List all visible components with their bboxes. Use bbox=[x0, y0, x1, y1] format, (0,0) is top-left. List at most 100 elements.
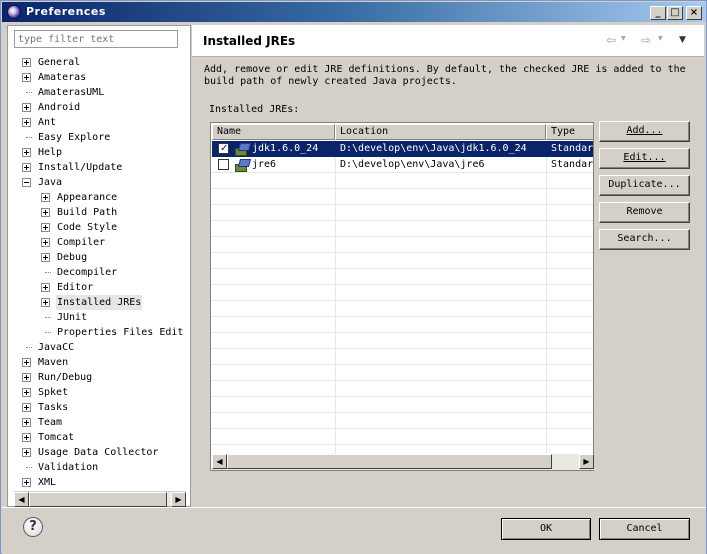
sidebar-item-label: Tasks bbox=[38, 402, 69, 413]
sidebar-item-label: Install/Update bbox=[38, 162, 123, 173]
jre-table[interactable]: Name Location Type jdk1.6.0_24 D:\develop… bbox=[210, 122, 594, 471]
edit-button[interactable]: Edit... bbox=[599, 148, 690, 169]
expand-icon[interactable] bbox=[22, 448, 31, 457]
table-gridline bbox=[211, 204, 593, 205]
back-arrow-icon[interactable]: ⇦ bbox=[606, 33, 616, 47]
page-title: Installed JREs bbox=[203, 34, 296, 48]
column-header-location[interactable]: Location bbox=[335, 124, 546, 140]
expand-icon[interactable] bbox=[41, 193, 50, 202]
expand-icon[interactable] bbox=[22, 403, 31, 412]
column-header-name[interactable]: Name bbox=[212, 124, 335, 140]
expand-icon[interactable] bbox=[22, 418, 31, 427]
table-gridline bbox=[211, 444, 593, 445]
add-button[interactable]: Add... bbox=[599, 121, 690, 142]
description-line-1: Add, remove or edit JRE definitions. By … bbox=[204, 64, 686, 75]
window-title: Preferences bbox=[26, 5, 106, 18]
expand-icon[interactable] bbox=[41, 283, 50, 292]
table-gridline bbox=[211, 396, 593, 397]
jre-library-icon bbox=[235, 143, 249, 156]
filter-input[interactable] bbox=[14, 30, 178, 48]
edit-button-label: Edit... bbox=[623, 152, 666, 163]
sidebar-item-label: Team bbox=[38, 417, 63, 428]
installed-jres-label: Installed JREs: bbox=[209, 104, 300, 115]
table-row[interactable]: jre6 D:\develop\env\Java\jre6 Standar bbox=[212, 157, 593, 173]
scroll-right-icon[interactable]: ▶ bbox=[171, 492, 186, 507]
expand-icon[interactable] bbox=[22, 103, 31, 112]
cancel-button[interactable]: Cancel bbox=[599, 518, 690, 540]
table-horizontal-scrollbar[interactable]: ◀ ▶ bbox=[212, 454, 594, 470]
jre-checkbox[interactable] bbox=[218, 141, 229, 156]
tree-connector bbox=[45, 272, 51, 273]
sidebar-item-label: Ant bbox=[38, 117, 57, 128]
tree-connector bbox=[26, 92, 32, 93]
cell-type: Standar bbox=[551, 143, 593, 154]
sidebar-item-label: JUnit bbox=[57, 312, 88, 323]
remove-button[interactable]: Remove bbox=[599, 202, 690, 223]
expand-icon[interactable] bbox=[22, 388, 31, 397]
expand-icon[interactable] bbox=[41, 298, 50, 307]
minimize-button[interactable]: _ bbox=[650, 6, 666, 20]
expand-icon[interactable] bbox=[22, 478, 31, 487]
expand-icon[interactable] bbox=[22, 73, 31, 82]
ok-button[interactable]: OK bbox=[501, 518, 591, 540]
tree-horizontal-scrollbar[interactable]: ◀ ▶ bbox=[14, 491, 186, 507]
table-row[interactable]: jdk1.6.0_24 D:\develop\env\Java\jdk1.6.0_… bbox=[212, 141, 593, 157]
table-scroll-right-icon[interactable]: ▶ bbox=[579, 454, 594, 469]
sidebar-item-label: Debug bbox=[57, 252, 88, 263]
scroll-thumb[interactable] bbox=[29, 492, 167, 507]
expand-icon[interactable] bbox=[22, 163, 31, 172]
expand-icon[interactable] bbox=[22, 433, 31, 442]
cell-name: jre6 bbox=[252, 159, 277, 170]
maximize-button[interactable]: □ bbox=[667, 6, 683, 20]
help-icon[interactable]: ? bbox=[23, 517, 43, 537]
expand-icon[interactable] bbox=[41, 238, 50, 247]
preference-page: Installed JREs ⇦ ▼ ⇨ ▼ ▼ Add, remove or … bbox=[192, 25, 704, 507]
tree-connector bbox=[45, 317, 51, 318]
table-scroll-thumb[interactable] bbox=[227, 454, 552, 469]
jre-library-icon bbox=[235, 159, 249, 172]
sidebar-item-label: JavaCC bbox=[38, 342, 75, 353]
sidebar-item-label: Validation bbox=[38, 462, 99, 473]
sidebar-item-label: Properties Files Edit bbox=[57, 327, 184, 338]
duplicate-button[interactable]: Duplicate... bbox=[599, 175, 690, 196]
back-dropdown-icon[interactable]: ▼ bbox=[621, 35, 626, 42]
table-column-divider bbox=[546, 140, 547, 454]
sidebar-item-label: Amateras bbox=[38, 72, 87, 83]
tree-connector bbox=[26, 347, 32, 348]
duplicate-button-label: Duplicate... bbox=[608, 179, 681, 190]
table-scroll-left-icon[interactable]: ◀ bbox=[212, 454, 227, 469]
expand-icon[interactable] bbox=[22, 148, 31, 157]
title-bar[interactable]: Preferences _ □ × bbox=[2, 2, 706, 22]
column-header-type[interactable]: Type bbox=[546, 124, 594, 140]
description-line-2: build path of newly created Java project… bbox=[204, 76, 457, 87]
expand-icon[interactable] bbox=[41, 223, 50, 232]
expand-icon[interactable] bbox=[41, 253, 50, 262]
expand-icon[interactable] bbox=[41, 208, 50, 217]
table-column-divider bbox=[335, 140, 336, 454]
preferences-tree: General Amateras AmaterasUML Android Ant Easy… bbox=[8, 55, 190, 490]
sidebar-item-label: Decompiler bbox=[57, 267, 118, 278]
scroll-left-icon[interactable]: ◀ bbox=[14, 492, 29, 507]
jre-checkbox[interactable] bbox=[218, 159, 229, 170]
page-description: Add, remove or edit JRE definitions. By … bbox=[204, 64, 700, 88]
sidebar-item-label: XML bbox=[38, 477, 57, 488]
expand-icon[interactable] bbox=[22, 358, 31, 367]
sidebar-item-label: Usage Data Collector bbox=[38, 447, 159, 458]
table-gridline bbox=[211, 284, 593, 285]
collapse-icon[interactable] bbox=[22, 178, 31, 187]
forward-dropdown-icon[interactable]: ▼ bbox=[658, 35, 663, 42]
search-button[interactable]: Search... bbox=[599, 229, 690, 250]
search-button-label: Search... bbox=[617, 233, 672, 244]
preferences-tree-panel: General Amateras AmaterasUML Android Ant Easy… bbox=[7, 25, 191, 507]
remove-button-label: Remove bbox=[626, 206, 663, 217]
sidebar-item-label: Help bbox=[38, 147, 63, 158]
expand-icon[interactable] bbox=[22, 58, 31, 67]
expand-icon[interactable] bbox=[22, 373, 31, 382]
page-header: Installed JREs ⇦ ▼ ⇨ ▼ ▼ bbox=[192, 25, 704, 57]
cell-type: Standar bbox=[551, 159, 593, 170]
forward-arrow-icon[interactable]: ⇨ bbox=[641, 33, 651, 47]
tree-connector bbox=[26, 137, 32, 138]
expand-icon[interactable] bbox=[22, 118, 31, 127]
view-menu-icon[interactable]: ▼ bbox=[679, 35, 686, 45]
close-button[interactable]: × bbox=[686, 6, 702, 20]
